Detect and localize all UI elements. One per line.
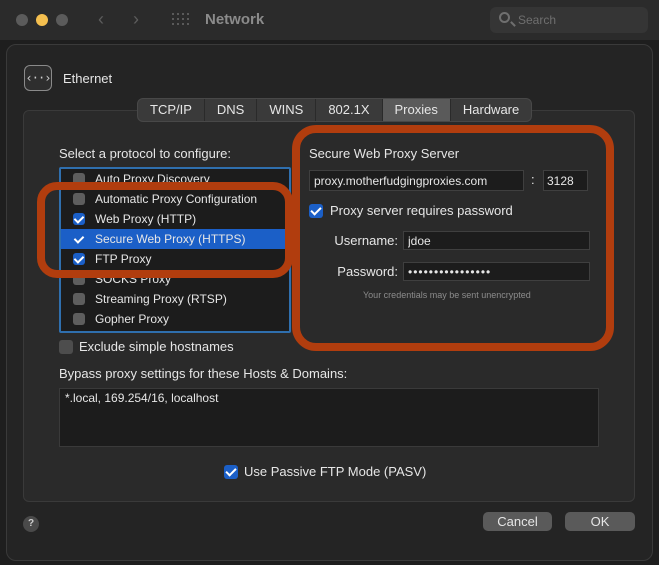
zoom-window-button[interactable] <box>56 14 68 26</box>
back-arrow-icon[interactable]: ‹ <box>98 9 104 30</box>
close-window-button[interactable] <box>16 14 28 26</box>
requires-password-checkbox[interactable] <box>309 204 323 218</box>
tab-dns[interactable]: DNS <box>205 99 258 121</box>
host-port-separator: : <box>531 172 535 187</box>
search-input[interactable] <box>518 11 638 29</box>
protocol-label: Streaming Proxy (RTSP) <box>95 292 227 306</box>
exclude-simple-label: Exclude simple hostnames <box>79 339 234 354</box>
requires-password-label: Proxy server requires password <box>330 203 513 218</box>
protocol-label: SOCKS Proxy <box>95 272 172 286</box>
protocol-checkbox[interactable] <box>73 293 85 305</box>
protocol-checkbox[interactable] <box>73 193 85 205</box>
cancel-button[interactable]: Cancel <box>483 512 552 531</box>
minimize-window-button[interactable] <box>36 14 48 26</box>
show-all-grid-icon[interactable] <box>172 13 190 27</box>
server-section-title: Secure Web Proxy Server <box>309 146 460 161</box>
protocol-row-auto-config[interactable]: Automatic Proxy Configuration <box>61 189 289 209</box>
passive-ftp-label: Use Passive FTP Mode (PASV) <box>244 464 427 479</box>
window-title: Network <box>205 11 265 28</box>
protocol-checkbox[interactable] <box>73 313 85 325</box>
tab-proxies[interactable]: Proxies <box>382 99 451 121</box>
protocol-checkbox[interactable] <box>73 273 85 285</box>
protocol-checkbox[interactable] <box>73 233 85 245</box>
protocol-list-label: Select a protocol to configure: <box>59 146 231 161</box>
help-button[interactable]: ? <box>23 516 39 532</box>
protocol-list: Auto Proxy Discovery Automatic Proxy Con… <box>59 167 291 333</box>
interface-name: Ethernet <box>63 71 113 86</box>
password-field[interactable] <box>403 262 590 281</box>
proxy-port-field[interactable] <box>543 170 588 191</box>
tab-tcpip[interactable]: TCP/IP <box>138 99 205 121</box>
forward-arrow-icon[interactable]: › <box>133 9 139 30</box>
protocol-label: Automatic Proxy Configuration <box>95 192 258 206</box>
protocol-row-https[interactable]: Secure Web Proxy (HTTPS) <box>61 229 289 249</box>
protocol-row-gopher[interactable]: Gopher Proxy <box>61 309 289 329</box>
protocol-checkbox[interactable] <box>73 253 85 265</box>
exclude-simple-checkbox[interactable] <box>59 340 73 354</box>
protocol-label: Secure Web Proxy (HTTPS) <box>95 232 246 246</box>
username-label: Username: <box>334 233 398 248</box>
username-field[interactable] <box>403 231 590 250</box>
passive-ftp-checkbox[interactable] <box>224 465 238 479</box>
password-label: Password: <box>337 264 398 279</box>
protocol-row-http[interactable]: Web Proxy (HTTP) <box>61 209 289 229</box>
tab-hardware[interactable]: Hardware <box>451 99 531 121</box>
search-box[interactable] <box>490 7 648 33</box>
search-icon <box>499 12 510 23</box>
protocol-checkbox[interactable] <box>73 173 85 185</box>
unencrypted-hint: Your credentials may be sent unencrypted <box>363 290 531 300</box>
ok-button[interactable]: OK <box>565 512 635 531</box>
protocol-label: FTP Proxy <box>95 252 152 266</box>
protocol-label: Web Proxy (HTTP) <box>95 212 197 226</box>
protocol-label: Gopher Proxy <box>95 312 170 326</box>
tab-8021x[interactable]: 802.1X <box>316 99 383 121</box>
bypass-hosts-field[interactable]: *.local, 169.254/16, localhost <box>59 388 599 447</box>
protocol-checkbox[interactable] <box>73 213 85 225</box>
settings-tabs: TCP/IP DNS WINS 802.1X Proxies Hardware <box>137 98 533 122</box>
protocol-row-rtsp[interactable]: Streaming Proxy (RTSP) <box>61 289 289 309</box>
protocol-row-ftp[interactable]: FTP Proxy <box>61 249 289 269</box>
title-bar: ‹ › Network <box>0 0 659 40</box>
proxy-host-field[interactable] <box>309 170 524 191</box>
protocol-label: Auto Proxy Discovery <box>95 172 210 186</box>
ethernet-icon: ‹··› <box>24 65 52 91</box>
protocol-row-auto-discovery[interactable]: Auto Proxy Discovery <box>61 169 289 189</box>
tab-wins[interactable]: WINS <box>257 99 317 121</box>
bypass-label: Bypass proxy settings for these Hosts & … <box>59 366 348 381</box>
protocol-row-socks[interactable]: SOCKS Proxy <box>61 269 289 289</box>
